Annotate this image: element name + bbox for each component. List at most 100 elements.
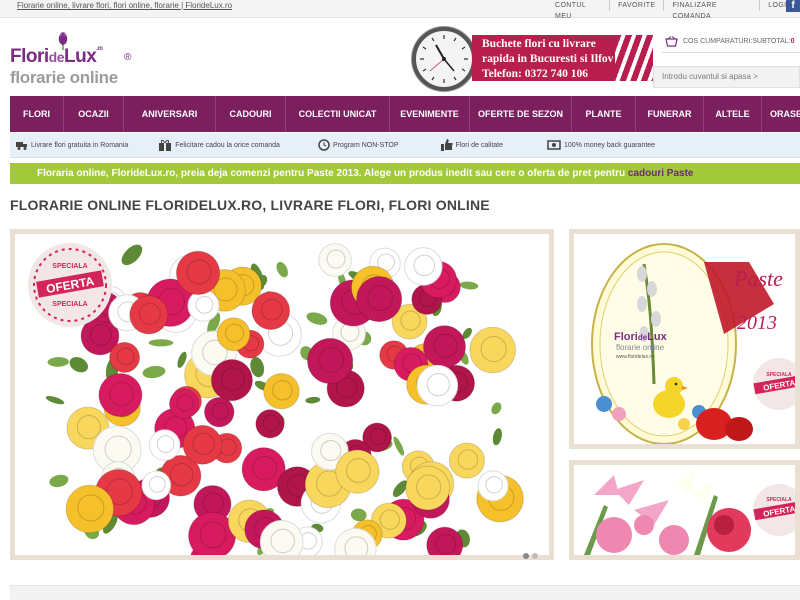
shopping-cart[interactable]: COS CUMPARATURI:SUBTOTAL:0 xyxy=(662,33,800,53)
nav-altele[interactable]: ALTELE xyxy=(704,96,762,132)
feature-text: Felicitare cadou la orice comanda xyxy=(175,141,280,149)
rose xyxy=(251,291,291,331)
feature-text: Program NON-STOP xyxy=(332,141,399,149)
delivery-banner[interactable]: Buchete flori cu livrare rapida in Bucur… xyxy=(472,35,627,81)
site-title-link[interactable]: Florarie online, livrare flori, flori on… xyxy=(17,0,232,11)
basket-icon xyxy=(665,36,678,47)
rose xyxy=(182,424,223,465)
nav-ocazii[interactable]: OCAZII xyxy=(64,96,124,132)
bottom-strip xyxy=(10,585,800,600)
rose xyxy=(175,250,221,296)
nav-oferte-de-sezon[interactable]: OFERTE DE SEZON xyxy=(470,96,572,132)
feature-money-back: 100% money back guarantee xyxy=(547,139,655,151)
feature-text: 100% money back guarantee xyxy=(564,141,656,149)
nav-funerar[interactable]: FUNERAR xyxy=(636,96,704,132)
logo-wordmark: FlorideLux.ro xyxy=(10,46,103,68)
nav-plante[interactable]: PLANTE xyxy=(572,96,636,132)
nav-evenimente[interactable]: EVENIMENTE xyxy=(390,96,470,132)
main-nav: FLORI OCAZII ANIVERSARI CADOURI COLECTII… xyxy=(10,96,800,132)
truck-icon xyxy=(16,142,27,150)
page: Florarie online, livrare flori, flori on… xyxy=(0,0,800,600)
nav-flori[interactable]: FLORI xyxy=(10,96,64,132)
gift-icon xyxy=(159,139,172,151)
feature-quality: Flori de calitate xyxy=(440,139,504,151)
promo-link-easter-gifts[interactable]: cadouri Paste xyxy=(628,168,694,179)
rose xyxy=(109,341,141,373)
banner-phone: Telefon: 0372 740 106 xyxy=(482,68,588,80)
feature-non-stop: Program NON-STOP xyxy=(318,139,399,151)
slider-dot-2[interactable] xyxy=(532,553,538,559)
cart-subtotal-value: 0 xyxy=(790,38,795,45)
logo-tld: .ro xyxy=(96,46,103,52)
page-title: FLORARIE ONLINE FLORIDELUX.RO, LIVRARE F… xyxy=(10,197,490,213)
nav-colectii-unicat[interactable]: COLECTII UNICAT xyxy=(286,96,390,132)
side-logo-url: www.floridelux.ro xyxy=(616,354,654,360)
feature-greeting-card: Felicitare cadou la orice comanda xyxy=(158,139,280,151)
easter-title: Paste xyxy=(733,266,783,291)
site-logo[interactable]: FlorideLux.ro ® florarie online xyxy=(10,30,135,90)
nav-orase[interactable]: ORASE R xyxy=(762,96,800,132)
search-input[interactable]: Introdu cuvantul si apasa > xyxy=(653,66,800,88)
rose xyxy=(416,364,459,407)
logo-part-de: de xyxy=(48,49,65,65)
rose xyxy=(187,289,220,322)
rose xyxy=(65,484,115,534)
rose xyxy=(477,470,509,502)
sticker-special-top: SPECIALA xyxy=(52,263,87,270)
rose xyxy=(255,409,285,439)
side-sticker-special: SPECIALA xyxy=(766,372,792,378)
easter-year: 2013 xyxy=(737,312,777,334)
account-links: CONTUL MEU FAVORITE FINALIZARE COMANDA L… xyxy=(547,0,800,20)
rose xyxy=(422,325,467,369)
easter-banner[interactable]: FlorideLux florarie online www.floridelu… xyxy=(569,229,800,449)
rose xyxy=(98,372,143,418)
rose xyxy=(356,276,403,323)
facebook-icon[interactable]: f xyxy=(786,0,800,12)
rose xyxy=(307,337,354,385)
logo-part-flori: Flori xyxy=(10,46,49,67)
banner-line-2: rapida in Bucuresti si Ilfov xyxy=(482,53,614,65)
easter-banner-image: FlorideLux florarie online www.floridelu… xyxy=(574,234,795,444)
money-icon xyxy=(547,140,561,150)
favorites-link[interactable]: FAVORITE xyxy=(609,0,663,11)
side-logo-text: FlorideLux xyxy=(614,331,668,343)
promo-text: Floraria online, FlorideLux.ro, preia de… xyxy=(37,168,628,179)
rose xyxy=(210,359,253,402)
cart-subtotal-label: SUBTOTAL: xyxy=(752,38,791,45)
wall-clock-icon xyxy=(412,27,476,91)
my-account-link[interactable]: CONTUL MEU xyxy=(547,0,609,20)
features-bar: Livrare flori gratuita in Romania Felici… xyxy=(10,133,800,158)
logo-part-lux: Lux xyxy=(64,46,97,67)
leaf xyxy=(148,339,174,347)
logo-registered-mark: ® xyxy=(124,52,132,63)
top-bar: Florarie online, livrare flori, flori on… xyxy=(0,0,800,20)
logo-tagline: florarie online xyxy=(10,68,118,87)
rose xyxy=(216,317,251,352)
sticker-special-bottom: SPECIALA xyxy=(52,301,87,308)
clock-icon xyxy=(318,139,330,151)
checkout-link[interactable]: FINALIZARE COMANDA xyxy=(663,0,759,20)
nav-aniversari[interactable]: ANIVERSARI xyxy=(124,96,216,132)
lilies-banner[interactable]: SPECIALA OFERTA xyxy=(569,460,800,560)
rose xyxy=(335,449,380,494)
cart-label: COS CUMPARATURI: xyxy=(683,38,753,45)
promo-bar: Floraria online, FlorideLux.ro, preia de… xyxy=(10,163,800,184)
hero-slider[interactable]: SPECIALA OFERTA SPECIALA xyxy=(10,229,554,560)
special-offer-sticker: SPECIALA OFERTA SPECIALA xyxy=(28,243,112,327)
slider-dots xyxy=(523,553,538,559)
rose xyxy=(318,243,352,277)
feature-text: Livrare flori gratuita in Romania xyxy=(31,141,129,149)
lilies-image: SPECIALA OFERTA xyxy=(574,465,795,555)
rose xyxy=(404,247,443,286)
thumbs-up-icon xyxy=(440,139,453,151)
rose xyxy=(141,470,171,501)
rose xyxy=(469,326,517,374)
feature-text: Flori de calitate xyxy=(455,141,504,149)
side-logo-tagline: florarie online xyxy=(616,343,665,352)
rose xyxy=(263,372,300,410)
banner-stripes xyxy=(615,35,653,81)
slider-dot-1[interactable] xyxy=(523,553,529,559)
rose xyxy=(129,295,169,335)
rose xyxy=(203,396,235,428)
nav-cadouri[interactable]: CADOURI xyxy=(216,96,286,132)
